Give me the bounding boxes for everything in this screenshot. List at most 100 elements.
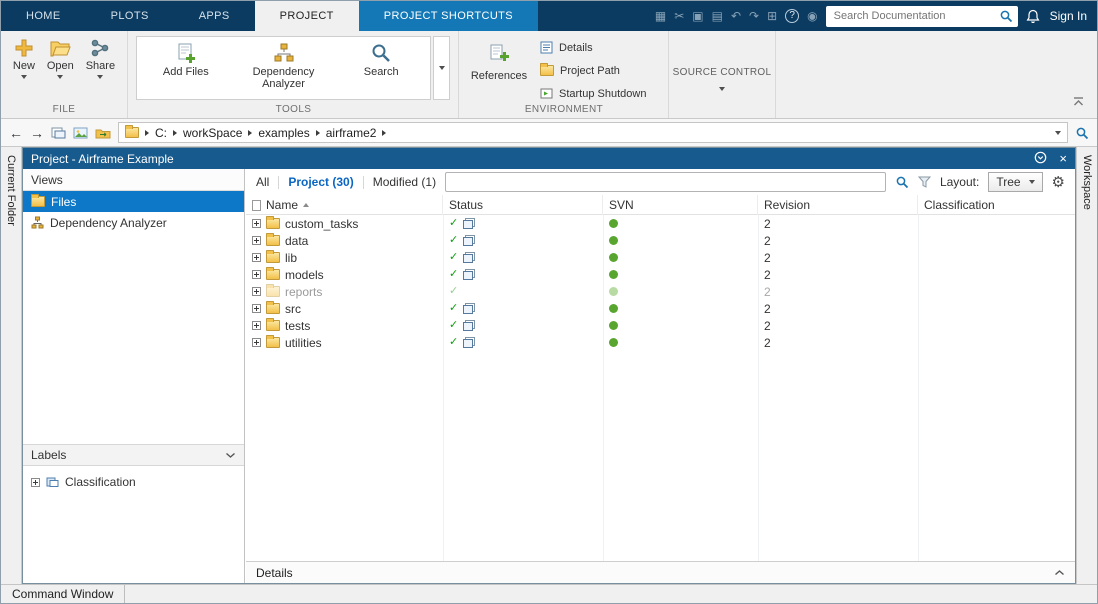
expand-icon[interactable]	[252, 287, 261, 296]
chevron-down-icon	[97, 75, 103, 79]
svn-cell	[603, 300, 758, 317]
open-folder-icon	[49, 38, 71, 58]
paste-icon[interactable]: ▤	[712, 10, 723, 22]
image-preview-icon[interactable]	[73, 127, 88, 139]
startup-shutdown-button[interactable]: Startup Shutdown	[536, 82, 650, 105]
workspace-panel-tab[interactable]: Workspace	[1076, 147, 1097, 584]
expand-icon[interactable]	[252, 253, 261, 262]
classification-cell	[918, 249, 1075, 266]
table-row-tests[interactable]: tests ✓ 2	[246, 317, 1075, 334]
address-dropdown-icon[interactable]	[1055, 131, 1061, 135]
window-icon[interactable]: ⊞	[767, 10, 777, 22]
tab-plots[interactable]: PLOTS	[86, 1, 174, 31]
gear-icon[interactable]: ⚙	[1052, 175, 1065, 190]
table-row-custom-tasks[interactable]: custom_tasks ✓ 2	[246, 215, 1075, 232]
modified-files-icon	[463, 320, 475, 331]
share-button-label: Share	[86, 61, 115, 72]
table-row-utilities[interactable]: utilities ✓ 2	[246, 334, 1075, 351]
matlab-window: HOME PLOTS APPS PROJECT PROJECT SHORTCUT…	[0, 0, 1098, 604]
labels-section-header[interactable]: Labels	[23, 444, 244, 466]
help-icon[interactable]: ?	[785, 9, 799, 23]
close-icon[interactable]: ×	[1059, 152, 1067, 165]
new-button[interactable]: New	[13, 38, 35, 79]
chevron-up-icon[interactable]	[1054, 569, 1065, 576]
cut-icon[interactable]: ✂	[674, 10, 684, 22]
search-folder-icon[interactable]	[1075, 126, 1089, 140]
gallery-expand-button[interactable]	[433, 36, 450, 100]
project-ribbon: New Open Share FILE	[1, 31, 1097, 119]
search-documentation-input[interactable]	[834, 10, 995, 22]
search-tool-button[interactable]: Search	[332, 37, 430, 99]
filter-project[interactable]: Project (30)	[288, 175, 353, 189]
panel-menu-icon[interactable]	[1034, 151, 1047, 167]
revision-cell: 2	[758, 232, 918, 249]
add-files-button[interactable]: Add Files	[137, 37, 235, 99]
project-path-label: Project Path	[560, 65, 620, 77]
sign-in-link[interactable]: Sign In	[1050, 9, 1087, 23]
forward-icon[interactable]: →	[30, 126, 44, 140]
details-bar[interactable]: Details	[246, 561, 1075, 583]
table-row-data[interactable]: data ✓ 2	[246, 232, 1075, 249]
redo-icon[interactable]: ↷	[749, 10, 759, 22]
tab-home[interactable]: HOME	[1, 1, 86, 31]
share-icon	[90, 38, 110, 58]
filter-modified[interactable]: Modified (1)	[373, 175, 436, 189]
address-breadcrumb[interactable]: C: workSpace examples airframe2	[118, 122, 1068, 143]
tab-apps[interactable]: APPS	[174, 1, 255, 31]
collapse-ribbon-button[interactable]	[1072, 96, 1085, 110]
community-icon[interactable]: ◉	[807, 10, 817, 22]
breadcrumb-segment[interactable]: examples	[258, 126, 309, 140]
source-control-section[interactable]: SOURCE CONTROL	[669, 31, 776, 118]
expand-icon[interactable]	[252, 270, 261, 279]
search-icon[interactable]	[999, 9, 1013, 23]
breadcrumb-segment[interactable]: airframe2	[326, 126, 377, 140]
tab-project-shortcuts[interactable]: PROJECT SHORTCUTS	[359, 1, 538, 31]
share-button[interactable]: Share	[86, 38, 115, 79]
browse-folder-icon[interactable]	[95, 127, 111, 139]
table-row-lib[interactable]: lib ✓ 2	[246, 249, 1075, 266]
undo-icon[interactable]: ↶	[731, 10, 741, 22]
collapse-ribbon-icon	[1072, 96, 1085, 107]
dependency-analyzer-button[interactable]: Dependency Analyzer	[235, 37, 333, 99]
view-item-dependency-analyzer[interactable]: Dependency Analyzer	[23, 212, 244, 233]
layout-select-value: Tree	[996, 175, 1020, 189]
back-icon[interactable]: ←	[9, 126, 23, 140]
column-header-classification[interactable]: Classification	[918, 195, 1075, 215]
expand-icon[interactable]	[252, 304, 261, 313]
column-header-status[interactable]: Status	[443, 195, 603, 215]
command-window-tab[interactable]: Command Window	[1, 585, 125, 603]
project-path-button[interactable]: Project Path	[536, 59, 650, 82]
breadcrumb-segment[interactable]: workSpace	[183, 126, 242, 140]
labels-item-classification[interactable]: Classification	[23, 472, 244, 492]
table-row-reports[interactable]: reports ✓ 2	[246, 283, 1075, 300]
tab-project[interactable]: PROJECT	[255, 1, 359, 31]
current-folder-panel-tab[interactable]: Current Folder	[1, 147, 22, 584]
search-icon[interactable]	[895, 175, 909, 189]
expand-icon[interactable]	[31, 478, 40, 487]
column-header-revision[interactable]: Revision	[758, 195, 918, 215]
references-button[interactable]: References	[470, 43, 528, 82]
breadcrumb-segment[interactable]: C:	[155, 126, 167, 140]
new-window-icon[interactable]	[51, 126, 66, 139]
file-filter-search-input[interactable]	[445, 172, 886, 192]
column-header-svn[interactable]: SVN	[603, 195, 758, 215]
folder-icon	[540, 65, 554, 76]
copy-icon[interactable]: ▣	[692, 10, 703, 22]
expand-icon[interactable]	[252, 219, 261, 228]
expand-icon[interactable]	[252, 338, 261, 347]
classification-cell	[918, 232, 1075, 249]
check-icon: ✓	[449, 286, 458, 297]
expand-icon[interactable]	[252, 321, 261, 330]
view-item-files[interactable]: Files	[23, 191, 244, 212]
column-header-name[interactable]: Name	[246, 195, 443, 215]
filter-all[interactable]: All	[256, 175, 269, 189]
table-row-models[interactable]: models ✓ 2	[246, 266, 1075, 283]
expand-icon[interactable]	[252, 236, 261, 245]
open-button[interactable]: Open	[47, 38, 74, 79]
details-button[interactable]: Details	[536, 36, 650, 59]
notifications-bell-icon[interactable]	[1026, 9, 1040, 24]
save-icon[interactable]: ▦	[655, 10, 666, 22]
layout-select[interactable]: Tree	[988, 172, 1042, 192]
filter-funnel-icon[interactable]	[918, 176, 931, 188]
table-row-src[interactable]: src ✓ 2	[246, 300, 1075, 317]
